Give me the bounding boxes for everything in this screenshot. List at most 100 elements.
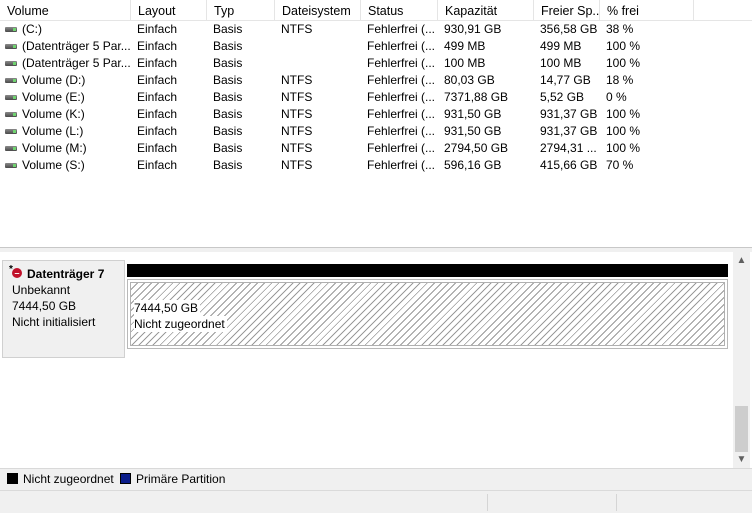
disk-size: 7444,50 GB [12,299,77,313]
cell-capacity: 100 MB [444,56,486,70]
table-row[interactable]: (Datenträger 5 Par... Einfach Basis Fehlerf… [0,55,752,72]
cell-capacity: 596,16 GB [444,158,502,172]
disk-info-panel[interactable]: * – Datenträger 7 Unbekannt 7444,50 GB N… [2,260,125,358]
partition-size: 7444,50 GB [134,300,201,316]
cell-capacity: 930,91 GB [444,22,502,36]
cell-status: Fehlerfrei (... [367,141,436,155]
volume-drive-icon [5,112,17,117]
cell-layout: Einfach [137,22,178,36]
cell-pct: 70 % [606,158,634,172]
column-header-dateisystem[interactable]: Dateisystem [275,0,361,20]
disk-type: Unbekannt [12,283,71,297]
cell-layout: Einfach [137,124,178,138]
table-row[interactable]: Volume (K:) Einfach Basis NTFS Fehlerfrei (.… [0,106,752,123]
cell-capacity: 499 MB [444,39,486,53]
cell-status: Fehlerfrei (... [367,73,436,87]
cell-layout: Einfach [137,39,178,53]
column-header-freier-speicher[interactable]: Freier Sp... [534,0,600,20]
cell-free: 499 MB [540,39,582,53]
cell-layout: Einfach [137,107,178,121]
legend-bar: Nicht zugeordnet Primäre Partition [0,468,752,488]
column-header-volume[interactable]: Volume [0,0,131,20]
cell-status: Fehlerfrei (... [367,107,436,121]
cell-volume: Volume (S:) [22,158,85,172]
column-header-typ[interactable]: Typ [207,0,275,20]
cell-volume: Volume (M:) [22,141,87,155]
cell-status: Fehlerfrei (... [367,90,436,104]
cell-fs: NTFS [281,22,313,36]
legend-unallocated-label: Nicht zugeordnet [23,472,114,486]
cell-free: 14,77 GB [540,73,591,87]
column-header-prozent-frei[interactable]: % frei [600,0,694,20]
cell-free: 2794,31 ... [540,141,597,155]
scroll-up-icon[interactable]: ▲ [733,252,750,269]
cell-volume: Volume (E:) [22,90,85,104]
volume-drive-icon [5,27,17,32]
volume-drive-icon [5,44,17,49]
table-row[interactable]: Volume (D:) Einfach Basis NTFS Fehlerfrei (.… [0,72,752,89]
cell-typ: Basis [213,124,243,138]
primary-partition-swatch [120,473,131,484]
table-row[interactable]: (C:) Einfach Basis NTFS Fehlerfrei (... 930,9… [0,21,752,38]
cell-typ: Basis [213,22,243,36]
cell-layout: Einfach [137,141,178,155]
cell-pct: 0 % [606,90,627,104]
scroll-down-icon[interactable]: ▼ [733,451,750,468]
cell-layout: Einfach [137,158,178,172]
cell-pct: 38 % [606,22,634,36]
cell-pct: 18 % [606,73,634,87]
table-row[interactable]: Volume (S:) Einfach Basis NTFS Fehlerfrei (.… [0,157,752,174]
status-bar [0,490,752,513]
column-header-layout[interactable]: Layout [131,0,207,20]
cell-pct: 100 % [606,124,641,138]
disk-title: * – Datenträger 7 [9,264,124,282]
unallocated-partition[interactable]: 7444,50 GB Nicht zugeordnet [127,279,728,349]
cell-status: Fehlerfrei (... [367,124,436,138]
column-header: Volume Layout Typ Dateisystem Status Kap… [0,0,752,21]
column-header-kapazitaet[interactable]: Kapazität [438,0,534,20]
cell-volume: (Datenträger 5 Par... [22,56,131,70]
table-row[interactable]: Volume (E:) Einfach Basis NTFS Fehlerfrei (.… [0,89,752,106]
unallocated-partition-hatch: 7444,50 GB Nicht zugeordnet [130,282,725,346]
cell-fs: NTFS [281,107,313,121]
volume-drive-icon [5,95,17,100]
cell-capacity: 80,03 GB [444,73,495,87]
table-row[interactable]: (Datenträger 5 Par... Einfach Basis Fehlerf… [0,38,752,55]
vertical-scrollbar[interactable]: ▲ ▼ [733,252,750,468]
scroll-thumb[interactable] [735,406,748,452]
cell-capacity: 931,50 GB [444,124,502,138]
cell-fs: NTFS [281,124,313,138]
cell-fs: NTFS [281,141,313,155]
cell-free: 356,58 GB [540,22,598,36]
cell-fs: NTFS [281,158,313,172]
column-header-status[interactable]: Status [361,0,438,20]
disk-error-icon: – [12,268,22,278]
cell-pct: 100 % [606,39,641,53]
cell-status: Fehlerfrei (... [367,22,436,36]
cell-free: 415,66 GB [540,158,598,172]
volume-list[interactable]: Volume Layout Typ Dateisystem Status Kap… [0,0,752,248]
cell-status: Fehlerfrei (... [367,158,436,172]
cell-typ: Basis [213,158,243,172]
status-divider [487,494,488,511]
unallocated-swatch [7,473,18,484]
cell-volume: (Datenträger 5 Par... [22,39,131,53]
cell-capacity: 7371,88 GB [444,90,509,104]
cell-fs: NTFS [281,73,313,87]
table-row[interactable]: Volume (M:) Einfach Basis NTFS Fehlerfrei (.… [0,140,752,157]
status-divider [616,494,617,511]
table-row[interactable]: Volume (L:) Einfach Basis NTFS Fehlerfrei (.… [0,123,752,140]
cell-typ: Basis [213,107,243,121]
cell-volume: Volume (K:) [22,107,85,121]
legend-primary-label: Primäre Partition [136,472,226,486]
cell-capacity: 931,50 GB [444,107,502,121]
volume-drive-icon [5,78,17,83]
cell-layout: Einfach [137,56,178,70]
cell-layout: Einfach [137,73,178,87]
partition-header-bar [127,264,728,277]
disk-name: Datenträger 7 [27,267,105,281]
cell-volume: (C:) [22,22,42,36]
disk-state: Nicht initialisiert [12,315,96,329]
volume-drive-icon [5,61,17,66]
cell-typ: Basis [213,73,243,87]
